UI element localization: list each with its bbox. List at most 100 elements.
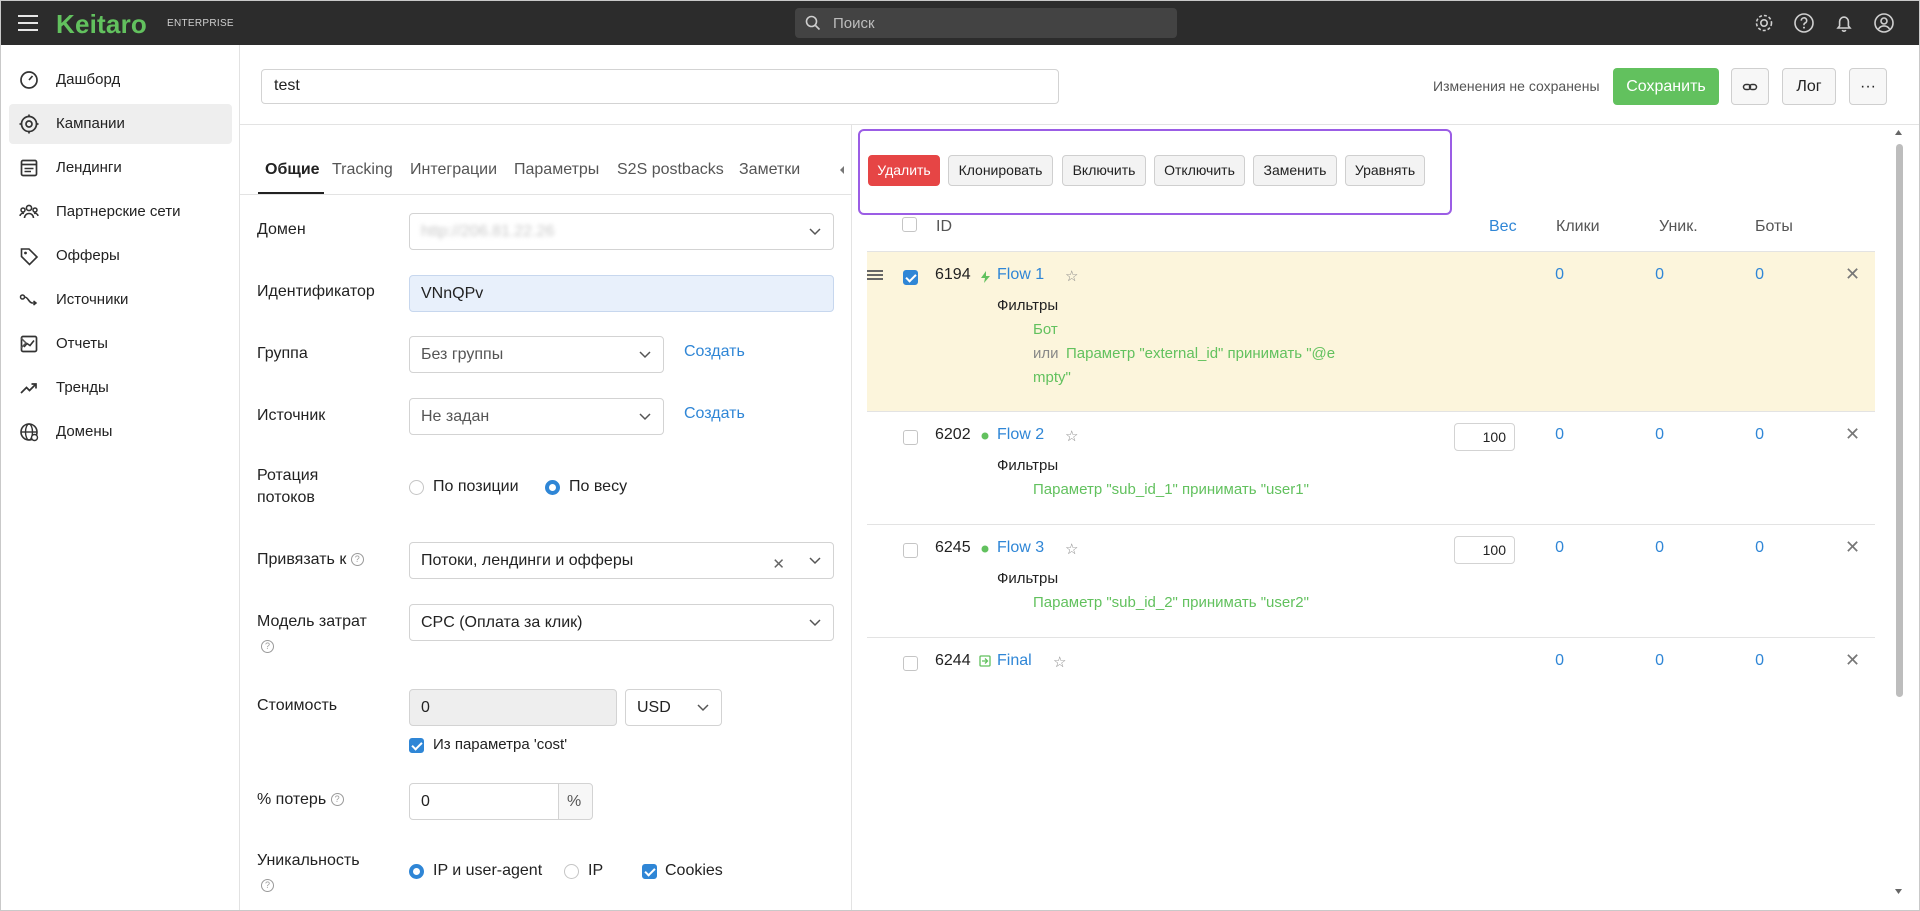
scroll-up-icon[interactable]	[1894, 129, 1903, 137]
bind-select[interactable]: Потоки, лендинги и офферы ✕	[409, 542, 834, 579]
bots-value[interactable]: 0	[1724, 652, 1764, 670]
replace-button[interactable]: Заменить	[1253, 155, 1337, 186]
star-icon[interactable]: ☆	[1065, 427, 1078, 445]
weight-input[interactable]: 100	[1454, 536, 1515, 564]
enable-button[interactable]: Включить	[1062, 155, 1146, 186]
close-icon[interactable]: ✕	[1845, 650, 1860, 671]
sidebar-item-trends[interactable]: Тренды	[9, 368, 232, 408]
source-select[interactable]: Не задан	[409, 398, 664, 435]
flow-name-link[interactable]: Flow 3	[997, 539, 1044, 557]
help-icon[interactable]	[1793, 12, 1815, 34]
tab-tracking[interactable]: Tracking	[332, 161, 393, 179]
drag-handle-icon[interactable]	[867, 270, 883, 282]
col-bots[interactable]: Боты	[1755, 218, 1793, 236]
clicks-value[interactable]: 0	[1524, 652, 1564, 670]
log-button[interactable]: Лог	[1782, 68, 1836, 105]
create-source-link[interactable]: Создать	[684, 405, 745, 423]
clicks-value[interactable]: 0	[1524, 266, 1564, 284]
flow-name-link[interactable]: Flow 2	[997, 426, 1044, 444]
uniq-ip-ua-radio[interactable]	[409, 864, 424, 879]
cost-param-checkbox[interactable]	[409, 738, 424, 753]
bell-icon[interactable]	[1833, 12, 1855, 34]
rotation-position-radio[interactable]	[409, 480, 424, 495]
table-row[interactable]: 6245 Flow 3 ☆ Фильтры Параметр "sub_id_2…	[867, 525, 1875, 638]
row-checkbox[interactable]	[903, 656, 918, 671]
domains-icon	[20, 423, 39, 442]
star-icon[interactable]: ☆	[1053, 653, 1066, 671]
delete-button[interactable]: Удалить	[868, 155, 940, 186]
uniq-value[interactable]: 0	[1624, 266, 1664, 284]
bots-value[interactable]: 0	[1724, 539, 1764, 557]
sidebar-item-sources[interactable]: Источники	[9, 280, 232, 320]
sidebar-item-partners[interactable]: Партнерские сети	[9, 192, 232, 232]
clear-icon[interactable]: ✕	[772, 555, 785, 573]
flow-name-link[interactable]: Final	[997, 652, 1032, 670]
close-icon[interactable]: ✕	[1845, 424, 1860, 445]
help-icon[interactable]: ?	[261, 640, 274, 653]
tab-parameters[interactable]: Параметры	[514, 161, 599, 179]
table-row[interactable]: 6244 Final ☆ 0 0 0 ✕	[867, 638, 1875, 688]
more-button[interactable]: ···	[1849, 68, 1887, 105]
sidebar-item-domains[interactable]: Домены	[9, 412, 232, 452]
tab-integrations[interactable]: Интеграции	[410, 161, 497, 179]
sidebar-item-offers[interactable]: Офферы	[9, 236, 232, 276]
close-icon[interactable]: ✕	[1845, 537, 1860, 558]
col-uniq[interactable]: Уник.	[1659, 218, 1698, 236]
rotation-weight-radio[interactable]	[545, 480, 560, 495]
help-icon[interactable]: ?	[261, 879, 274, 892]
uniq-ip-radio[interactable]	[564, 864, 579, 879]
scrollbar-thumb[interactable]	[1896, 144, 1903, 697]
clicks-value[interactable]: 0	[1524, 426, 1564, 444]
help-icon[interactable]: ?	[350, 553, 364, 567]
bots-value[interactable]: 0	[1724, 266, 1764, 284]
sidebar-item-dashboard[interactable]: Дашборд	[9, 60, 232, 100]
tab-notes[interactable]: Заметки	[739, 161, 800, 179]
create-group-link[interactable]: Создать	[684, 343, 745, 361]
search-input[interactable]: Поиск	[795, 8, 1177, 38]
tab-general[interactable]: Общие	[265, 161, 320, 179]
sidebar-item-reports[interactable]: Отчеты	[9, 324, 232, 364]
uniq-value[interactable]: 0	[1624, 539, 1664, 557]
menu-icon[interactable]	[18, 15, 38, 31]
table-row[interactable]: 6194 Flow 1 ☆ Фильтры Бот или Параметр "…	[867, 252, 1875, 412]
help-icon[interactable]: ?	[330, 793, 344, 807]
bots-value[interactable]: 0	[1724, 426, 1764, 444]
row-checkbox[interactable]	[903, 543, 918, 558]
clone-button[interactable]: Клонировать	[948, 155, 1053, 186]
tab-s2s-postbacks[interactable]: S2S postbacks	[617, 161, 724, 179]
star-icon[interactable]: ☆	[1065, 540, 1078, 558]
table-row[interactable]: 6202 Flow 2 ☆ Фильтры Параметр "sub_id_1…	[867, 412, 1875, 525]
row-checkbox[interactable]	[903, 270, 918, 285]
col-clicks[interactable]: Клики	[1556, 218, 1600, 236]
currency-select[interactable]: USD	[625, 689, 722, 726]
select-all-checkbox[interactable]	[902, 217, 917, 232]
col-weight[interactable]: Вес	[1489, 218, 1517, 236]
sidebar-item-campaigns[interactable]: Кампании	[9, 104, 232, 144]
row-checkbox[interactable]	[903, 430, 918, 445]
weight-input[interactable]: 100	[1454, 423, 1515, 451]
star-icon[interactable]: ☆	[1065, 267, 1078, 285]
disable-button[interactable]: Отключить	[1154, 155, 1245, 186]
gear-icon[interactable]	[1753, 12, 1775, 34]
close-icon[interactable]: ✕	[1845, 264, 1860, 285]
logo: Keitaro	[56, 9, 147, 39]
domain-select[interactable]: http://206.81.22.26	[409, 213, 834, 250]
tabs-scroll-left-icon[interactable]	[838, 165, 846, 175]
equalize-button[interactable]: Уравнять	[1345, 155, 1425, 186]
cost-model-select[interactable]: CPC (Оплата за клик)	[409, 604, 834, 641]
identifier-input[interactable]: VNnQPv	[409, 275, 834, 312]
cost-input[interactable]: 0	[409, 689, 617, 726]
clicks-value[interactable]: 0	[1524, 539, 1564, 557]
sidebar-item-landings[interactable]: Лендинги	[9, 148, 232, 188]
uniq-cookies-checkbox[interactable]	[642, 864, 657, 879]
flow-name-link[interactable]: Flow 1	[997, 266, 1044, 284]
uniq-value[interactable]: 0	[1624, 652, 1664, 670]
user-icon[interactable]	[1873, 12, 1895, 34]
loss-input[interactable]: 0	[409, 783, 559, 820]
scroll-down-icon[interactable]	[1894, 887, 1903, 895]
uniq-value[interactable]: 0	[1624, 426, 1664, 444]
link-button[interactable]	[1731, 68, 1769, 105]
campaign-name-input[interactable]: test	[261, 69, 1059, 104]
group-select[interactable]: Без группы	[409, 336, 664, 373]
save-button[interactable]: Сохранить	[1613, 68, 1719, 105]
